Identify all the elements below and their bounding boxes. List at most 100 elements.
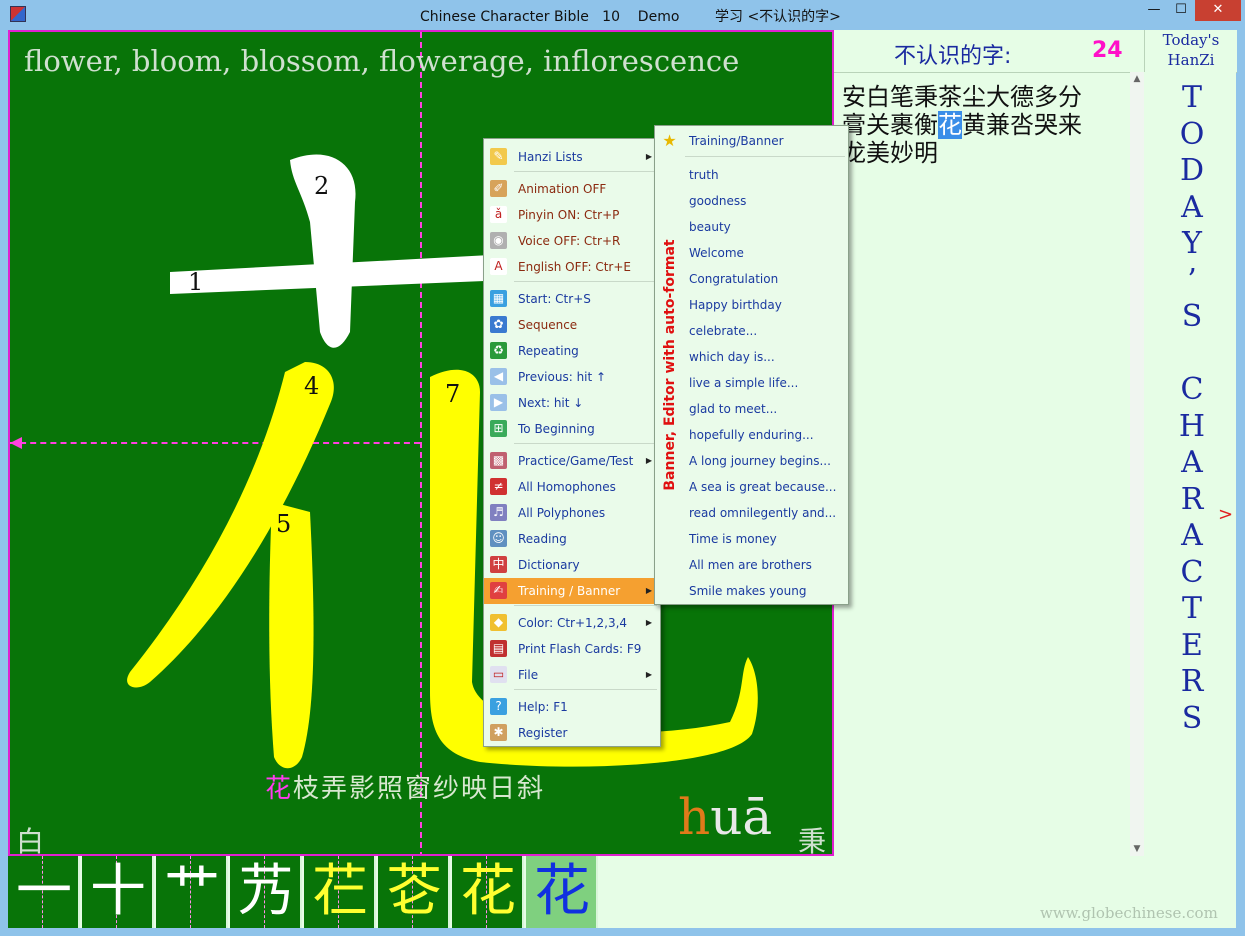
menu-item-repeating[interactable]: ♻ Repeating [484,338,660,364]
stroke-tile-current[interactable]: 花 [526,856,598,928]
menu-item-training-banner[interactable]: ✍ Training / Banner ▶ [484,578,660,604]
menu-item-next[interactable]: ▶ Next: hit ↓ [484,390,660,416]
menu-item-practice[interactable]: ▩ Practice/Game/Test ▶ [484,448,660,474]
close-button[interactable]: ✕ [1195,0,1241,21]
english-icon: A [490,258,507,275]
submenu-arrow-icon: ▶ [645,670,652,679]
stroke-number: 5 [276,510,292,538]
menu-item-previous[interactable]: ◀ Previous: hit ↑ [484,364,660,390]
previous-character[interactable]: 白 [16,820,44,854]
example-poem: 花枝弄影照窗纱映日斜 [265,768,545,805]
submenu-arrow-icon: ▶ [645,152,652,161]
stroke-tile[interactable]: 芢 [304,856,376,928]
menu-item-sequence[interactable]: ✿ Sequence [484,312,660,338]
menu-separator [514,281,657,282]
start-icon: ▦ [490,290,507,307]
submenu-item[interactable]: Welcome [689,240,744,266]
right-panel: 不认识的字: 24 Today's HanZi 安白笔秉茶尘大德多分 膏关裹衡花… [834,30,1237,857]
menu-item-polyphones[interactable]: ♬ All Polyphones [484,500,660,526]
menu-item-print-cards[interactable]: ▤ Print Flash Cards: F9 [484,636,660,662]
maximize-button[interactable]: ☐ [1168,0,1194,21]
submenu-item[interactable]: glad to meet... [689,396,777,422]
todays-characters-title: T O D A Y’ S CHARACTERS [1178,80,1206,736]
submenu-item[interactable]: truth [689,162,719,188]
title-bar: Chinese Character Bible 10 Demo 学习 <不认识的… [0,0,1245,30]
menu-item-reading[interactable]: ☺ Reading [484,526,660,552]
stroke-number: 4 [304,372,320,400]
submenu-item[interactable]: beauty [689,214,731,240]
submenu-header[interactable]: ★ Training/Banner [655,128,848,154]
list-item[interactable]: 龙美妙明 [842,133,938,168]
submenu-item[interactable]: Happy birthday [689,292,782,318]
repeating-icon: ♻ [490,342,507,359]
submenu-arrow-icon: ▶ [645,618,652,627]
submenu-item[interactable]: All men are brothers [689,552,812,578]
submenu-item[interactable]: celebrate... [689,318,757,344]
stroke-tile[interactable]: 艿 [230,856,302,928]
submenu-item[interactable]: goodness [689,188,746,214]
menu-item-start[interactable]: ▦ Start: Ctr+S [484,286,660,312]
submenu-item[interactable]: A sea is great because... [689,474,836,500]
stroke-tile[interactable]: 十 [82,856,154,928]
pinyin-final: uā [710,788,773,846]
homophones-icon: ≠ [490,478,507,495]
submenu-item[interactable]: which day is... [689,344,775,370]
menu-separator [514,689,657,690]
stroke-number: 2 [314,172,330,200]
polyphones-icon: ♬ [490,504,507,521]
todays-characters-column[interactable]: T O D A Y’ S CHARACTERS > [1144,72,1236,856]
submenu-item[interactable]: live a simple life... [689,370,798,396]
submenu-item[interactable]: A long journey begins... [689,448,831,474]
menu-item-to-beginning[interactable]: ⊞ To Beginning [484,416,660,442]
help-icon: ? [490,698,507,715]
scroll-down-icon[interactable]: ▼ [1130,842,1144,856]
stroke-tile[interactable]: 一 [8,856,80,928]
file-icon: ▭ [490,666,507,683]
menu-item-register[interactable]: ✱ Register [484,720,660,746]
stroke-tile[interactable]: 花 [452,856,524,928]
dictionary-icon: 中 [490,556,507,573]
training-banner-icon: ✍ [490,582,507,599]
menu-item-animation[interactable]: ✐ Animation OFF [484,176,660,202]
app-icon[interactable] [10,6,26,22]
submenu-item[interactable]: read omnilegently and... [689,500,836,526]
unknown-chars-label: 不认识的字: [894,44,1012,69]
color-icon: ◆ [490,614,507,631]
submenu-item[interactable]: hopefully enduring... [689,422,814,448]
stroke-tile[interactable]: 芲 [378,856,450,928]
next-character[interactable]: 秉 [798,820,826,854]
submenu-item[interactable]: Congratulation [689,266,778,292]
menu-item-help[interactable]: ? Help: F1 [484,694,660,720]
scroll-up-icon[interactable]: ▲ [1130,72,1144,86]
submenu-item[interactable]: Time is money [689,526,777,552]
menu-item-hanzi-lists[interactable]: ✎ Hanzi Lists ▶ [484,144,660,170]
context-menu: ✎ Hanzi Lists ▶ ✐ Animation OFF ǎ Pinyin ON: C… [483,138,661,747]
next-arrow-icon[interactable]: > [1218,504,1233,525]
selected-character[interactable]: 花 [938,111,962,139]
pinyin-icon: ǎ [490,206,507,223]
to-beginning-icon: ⊞ [490,420,507,437]
pinyin: huā [678,788,772,846]
todays-hanzi-line1: Today's [1162,31,1220,49]
menu-separator [514,443,657,444]
poem-text: 枝弄影照窗纱映日斜 [293,774,546,804]
pinyin-initial: h [678,788,711,846]
submenu-side-label: Banner, Editor with auto-format [655,152,685,602]
minimize-button[interactable]: — [1140,0,1168,21]
menu-item-dictionary[interactable]: 中 Dictionary [484,552,660,578]
stroke-tile[interactable]: 艹 [156,856,228,928]
todays-hanzi-button[interactable]: Today's HanZi [1144,30,1237,73]
character-list[interactable]: 安白笔秉茶尘大德多分 膏关裹衡花黄兼呇哭来 龙美妙明 [834,72,1130,857]
menu-item-color[interactable]: ◆ Color: Ctr+1,2,3,4 ▶ [484,610,660,636]
reading-icon: ☺ [490,530,507,547]
website-link[interactable]: www.globechinese.com [1040,904,1218,922]
menu-item-voice[interactable]: ◉ Voice OFF: Ctr+R [484,228,660,254]
menu-item-homophones[interactable]: ≠ All Homophones [484,474,660,500]
submenu-item[interactable]: Smile makes young [689,578,806,604]
menu-item-file[interactable]: ▭ File ▶ [484,662,660,688]
menu-item-english[interactable]: A English OFF: Ctr+E [484,254,660,280]
hanzi-lists-icon: ✎ [490,148,507,165]
todays-hanzi-line2: HanZi [1167,51,1215,69]
menu-item-pinyin[interactable]: ǎ Pinyin ON: Ctr+P [484,202,660,228]
character-list-scrollbar[interactable]: ▲ ▼ [1130,72,1144,856]
